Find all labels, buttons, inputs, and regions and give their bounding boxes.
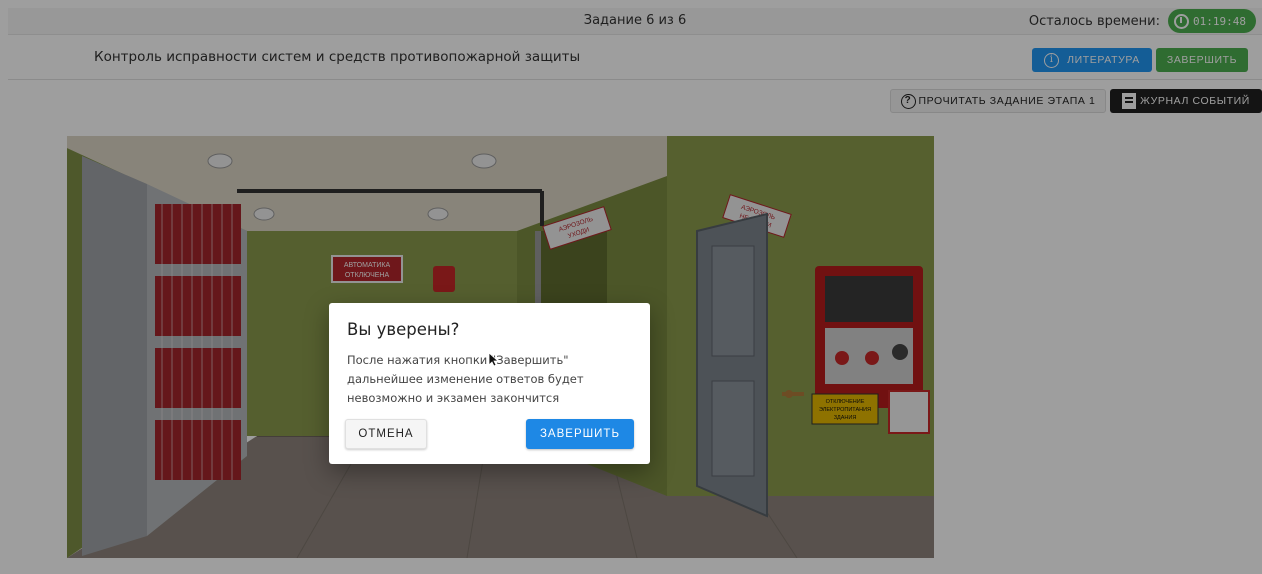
- dialog-message: После нажатия кнопки "Завершить" дальней…: [347, 353, 584, 405]
- confirm-finish-button[interactable]: ЗАВЕРШИТЬ: [526, 419, 634, 449]
- cancel-button[interactable]: ОТМЕНА: [345, 419, 427, 449]
- modal-backdrop[interactable]: [0, 0, 1262, 574]
- confirm-dialog: Вы уверены? После нажатия кнопки "Заверш…: [329, 303, 650, 464]
- mouse-cursor-icon: [489, 353, 499, 367]
- dialog-title: Вы уверены?: [347, 320, 460, 339]
